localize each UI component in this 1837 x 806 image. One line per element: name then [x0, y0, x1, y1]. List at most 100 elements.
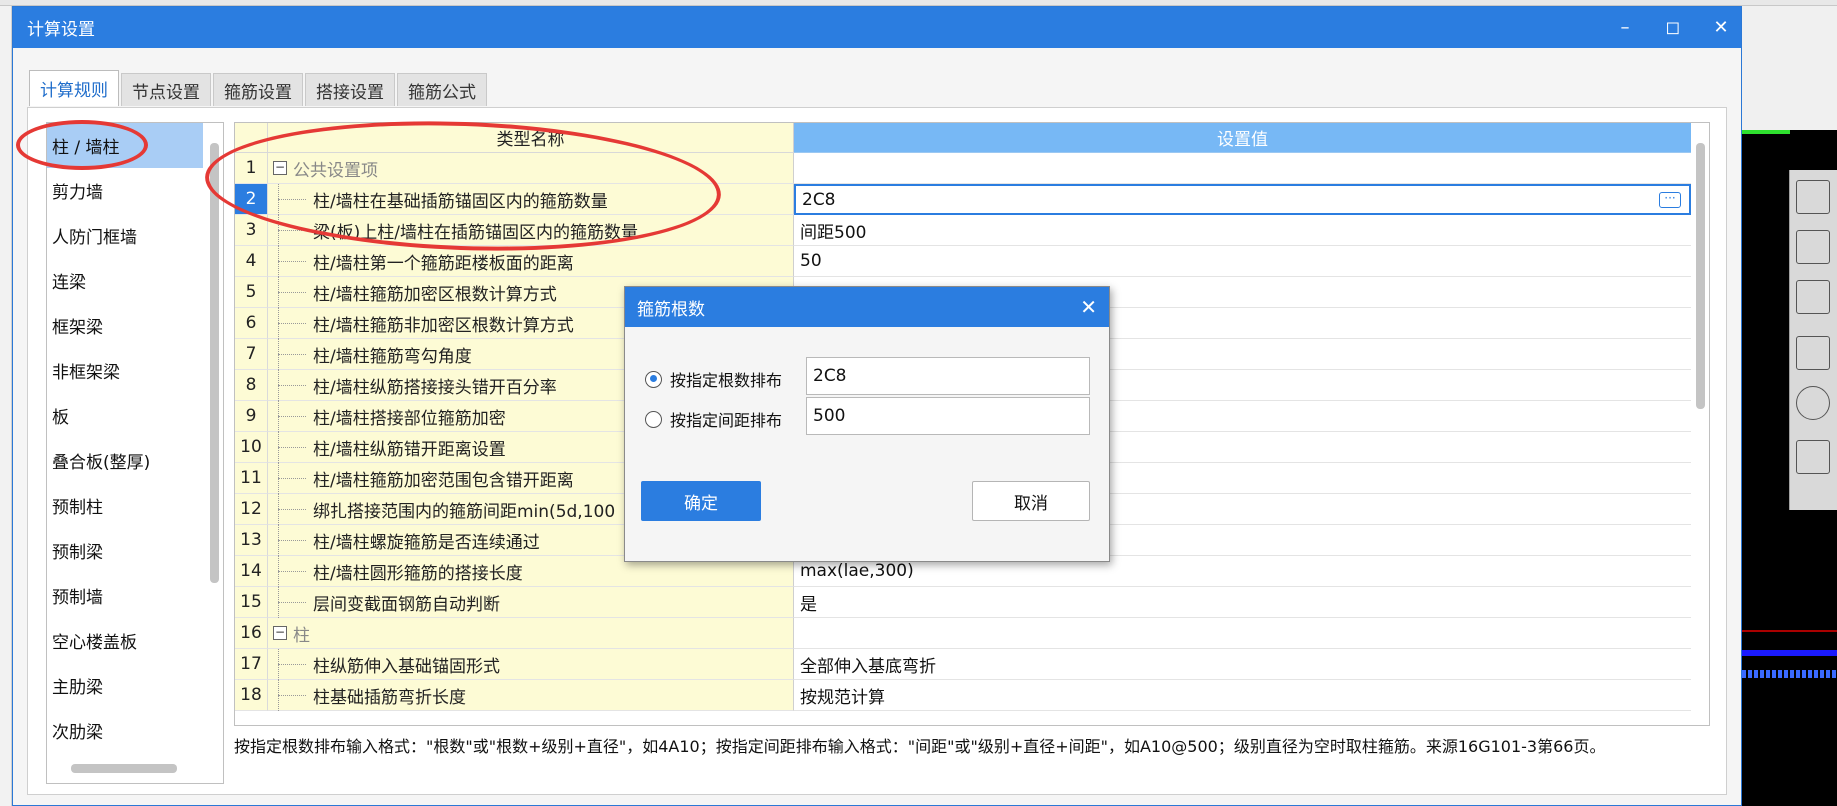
category-item-column[interactable]: 柱 / 墙柱 [47, 123, 203, 168]
category-item-main-rib-beam[interactable]: 主肋梁 [47, 663, 203, 708]
table-row[interactable]: 18 柱基础插筋弯折长度 按规范计算 [235, 680, 1709, 711]
category-item-shear-wall[interactable]: 剪力墙 [47, 168, 203, 213]
row-type-name[interactable]: 柱/墙柱在基础插筋锚固区内的箍筋数量 [268, 184, 794, 215]
table-row[interactable]: 16− 柱 [235, 618, 1709, 649]
table-row[interactable]: 1− 公共设置项 [235, 153, 1709, 184]
orbit-icon[interactable] [1796, 180, 1830, 214]
dialog-titlebar: 箍筋根数 ✕ [625, 287, 1109, 327]
ellipsis-icon[interactable]: ··· [1659, 192, 1681, 208]
category-item-frame-beam[interactable]: 框架梁 [47, 303, 203, 348]
collapse-icon[interactable]: − [273, 161, 287, 175]
row-setting-value[interactable]: 是 [794, 587, 1691, 618]
category-item-civil-defense-frame-wall[interactable]: 人防门框墙 [47, 213, 203, 258]
category-item-coupling-beam[interactable]: 连梁 [47, 258, 203, 303]
3d-view-icon[interactable] [1796, 230, 1830, 264]
row-type-name[interactable]: − 柱 [268, 618, 794, 649]
tab-stirrup-settings[interactable]: 箍筋设置 [213, 73, 303, 106]
row-setting-value[interactable] [794, 153, 1691, 184]
row-type-name[interactable]: 柱/墙柱第一个箍筋距楼板面的距离 [268, 246, 794, 277]
category-vertical-scrollbar[interactable] [210, 143, 219, 583]
row-number: 16 [235, 618, 268, 649]
viewport-blue-dash [1742, 670, 1837, 678]
category-item-precast-beam[interactable]: 预制梁 [47, 528, 203, 573]
help-text: 按指定根数排布输入格式："根数"或"根数+级别+直径"，如4A10；按指定间距排… [234, 737, 1606, 756]
row-value-text: 50 [800, 251, 822, 271]
row-setting-value[interactable]: 间距500 [794, 215, 1691, 246]
background-app-right-panel [1742, 6, 1837, 130]
row-setting-value[interactable]: 2C8 ··· [794, 184, 1691, 215]
rotate-icon[interactable] [1796, 386, 1830, 420]
table-row[interactable]: 2 柱/墙柱在基础插筋锚固区内的箍筋数量 2C8 ··· [235, 184, 1709, 215]
tree-line [278, 416, 306, 417]
category-item-precast-wall[interactable]: 预制墙 [47, 573, 203, 618]
grid-header-setting-value: 设置值 [794, 123, 1691, 153]
count-input[interactable] [806, 357, 1090, 395]
category-item-precast-column[interactable]: 预制柱 [47, 483, 203, 528]
row-type-label: 柱/墙柱在基础插筋锚固区内的箍筋数量 [313, 191, 608, 212]
tab-node-settings[interactable]: 节点设置 [121, 73, 211, 106]
option-by-count[interactable]: 按指定根数排布 [645, 367, 782, 391]
tree-line [278, 230, 306, 231]
stirrup-count-dialog: 箍筋根数 ✕ 按指定根数排布 按指定间距排布 确定 取消 [624, 286, 1110, 562]
row-type-name[interactable]: 柱基础插筋弯折长度 [268, 680, 794, 711]
category-item-hollow-floor-slab[interactable]: 空心楼盖板 [47, 618, 203, 663]
row-number: 14 [235, 556, 268, 587]
box-view-icon[interactable] [1796, 336, 1830, 370]
close-icon[interactable]: ✕ [1711, 17, 1731, 38]
ok-button[interactable]: 确定 [641, 481, 761, 521]
window-titlebar: 计算设置 – ◻ ✕ [13, 7, 1741, 48]
row-type-label: 柱/墙柱第一个箍筋距楼板面的距离 [313, 253, 574, 274]
view-toolbar [1789, 170, 1837, 510]
table-row[interactable]: 3 梁(板)上柱/墙柱在插筋锚固区内的箍筋数量 间距500 [235, 215, 1709, 246]
tree-line [278, 664, 306, 665]
row-setting-value[interactable]: 按规范计算 [794, 680, 1691, 711]
tab-stirrup-formula[interactable]: 箍筋公式 [397, 73, 487, 106]
row-number: 2 [235, 184, 268, 215]
row-number: 1 [235, 153, 268, 184]
table-row[interactable]: 15 层间变截面钢筋自动判断是 [235, 587, 1709, 618]
tree-line [278, 447, 306, 448]
option-by-spacing[interactable]: 按指定间距排布 [645, 407, 782, 431]
category-item-composite-slab[interactable]: 叠合板(整厚) [47, 438, 203, 483]
table-row[interactable]: 4 柱/墙柱第一个箍筋距楼板面的距离 50 [235, 246, 1709, 277]
minimize-icon[interactable]: – [1615, 17, 1635, 38]
maximize-icon[interactable]: ◻ [1663, 17, 1683, 38]
category-item-secondary-rib-beam[interactable]: 次肋梁 [47, 708, 203, 753]
dialog-title: 箍筋根数 [637, 299, 705, 320]
row-type-label: 柱/墙柱箍筋加密区根数计算方式 [313, 284, 557, 305]
table-row[interactable]: 17 柱纵筋伸入基础锚固形式 全部伸入基底弯折 [235, 649, 1709, 680]
grid-vertical-scrollbar[interactable] [1696, 143, 1705, 409]
spacing-input[interactable] [806, 397, 1090, 435]
row-setting-value[interactable] [794, 618, 1691, 649]
radio-by-count[interactable] [645, 370, 662, 388]
row-number: 6 [235, 308, 268, 339]
option-by-count-label: 按指定根数排布 [670, 371, 783, 390]
category-horizontal-scrollbar[interactable] [71, 764, 177, 773]
category-item-slab[interactable]: 板 [47, 393, 203, 438]
row-value-text: 全部伸入基底弯折 [800, 656, 936, 677]
row-number: 18 [235, 680, 268, 711]
category-item-non-frame-beam[interactable]: 非框架梁 [47, 348, 203, 393]
close-icon[interactable]: ✕ [1080, 295, 1097, 319]
row-number: 9 [235, 401, 268, 432]
row-setting-value[interactable]: 全部伸入基底弯折 [794, 649, 1691, 680]
row-number: 8 [235, 370, 268, 401]
viewport-red-line [1742, 630, 1837, 632]
row-type-name[interactable]: 柱纵筋伸入基础锚固形式 [268, 649, 794, 680]
row-type-name[interactable]: 梁(板)上柱/墙柱在插筋锚固区内的箍筋数量 [268, 215, 794, 246]
collapse-icon[interactable]: − [273, 626, 287, 640]
tab-lap-settings[interactable]: 搭接设置 [305, 73, 395, 106]
tab-calc-rules[interactable]: 计算规则 [29, 70, 119, 106]
row-number: 7 [235, 339, 268, 370]
settings-tabs: 计算规则 节点设置 箍筋设置 搭接设置 箍筋公式 [29, 70, 487, 106]
grid-check-icon[interactable] [1796, 440, 1830, 474]
radio-by-spacing[interactable] [645, 410, 662, 428]
cancel-button[interactable]: 取消 [972, 481, 1090, 521]
tree-line [278, 199, 306, 200]
category-list: 柱 / 墙柱 剪力墙 人防门框墙 连梁 框架梁 非框架梁 板 叠合板(整厚) 预… [46, 122, 224, 784]
row-type-name[interactable]: 层间变截面钢筋自动判断 [268, 587, 794, 618]
row-setting-value[interactable]: 50 [794, 246, 1691, 277]
row-number: 5 [235, 277, 268, 308]
front-view-icon[interactable] [1796, 280, 1830, 314]
row-type-name[interactable]: − 公共设置项 [268, 153, 794, 184]
